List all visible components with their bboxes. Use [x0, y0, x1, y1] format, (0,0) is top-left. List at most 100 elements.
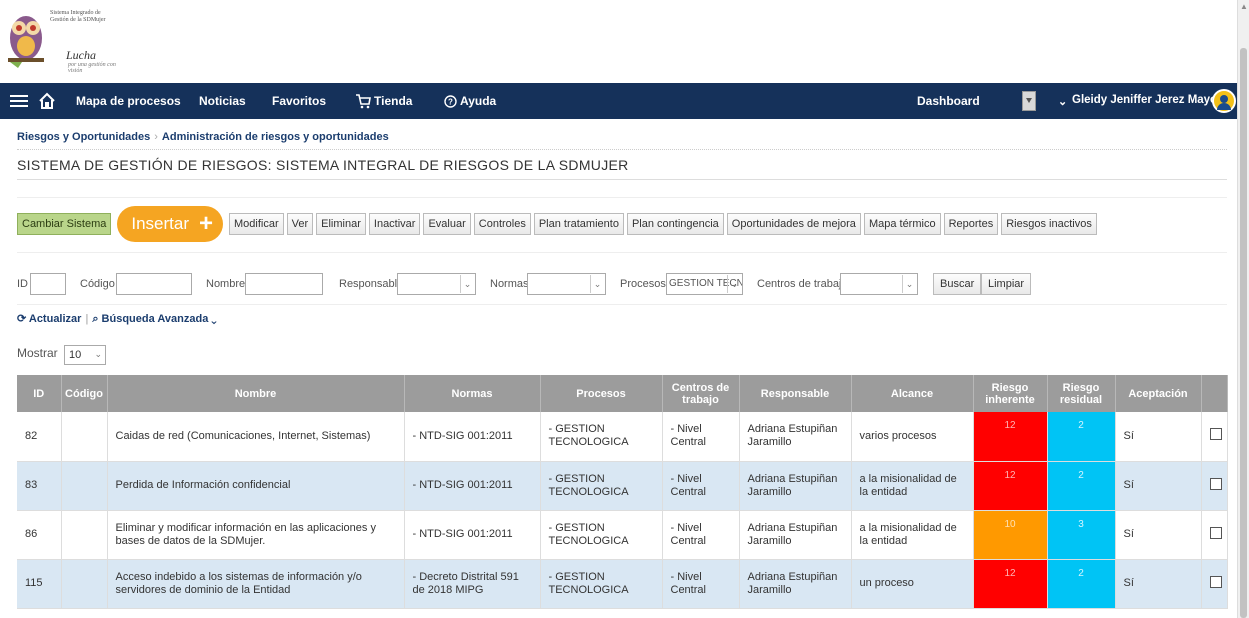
- responsible-filter-select[interactable]: ⌄: [397, 273, 476, 295]
- improvement-opportunities-button[interactable]: Oportunidades de mejora: [726, 213, 861, 235]
- modify-button[interactable]: Modificar: [229, 213, 284, 235]
- id-filter-input[interactable]: [30, 273, 66, 295]
- header-id[interactable]: ID: [17, 375, 62, 412]
- cell-inherent-risk: 12: [973, 461, 1048, 511]
- cell-acceptance: Sí: [1115, 510, 1202, 560]
- cell-processes: - GESTION TECNOLOGICA: [540, 510, 663, 560]
- header-processes[interactable]: Procesos: [540, 375, 663, 412]
- separator: |: [85, 313, 89, 325]
- cart-icon[interactable]: [355, 83, 371, 119]
- refresh-icon[interactable]: ⟳: [17, 313, 26, 325]
- deactivate-button[interactable]: Inactivar: [368, 213, 421, 235]
- cell-work-centers: - Nivel Central: [662, 461, 740, 511]
- cell-responsible: Adriana Estupiñan Jaramillo: [739, 461, 852, 511]
- header-scope[interactable]: Alcance: [851, 375, 974, 412]
- header-acceptance[interactable]: Aceptación: [1115, 375, 1202, 412]
- chevron-down-icon: ⌄: [902, 275, 916, 293]
- cell-code: [61, 412, 108, 462]
- divider: [17, 304, 1227, 305]
- cell-residual-risk: 2: [1047, 412, 1116, 462]
- user-avatar[interactable]: [1212, 89, 1236, 113]
- delete-button[interactable]: Eliminar: [316, 213, 366, 235]
- breadcrumb-item[interactable]: Riesgos y Oportunidades: [17, 131, 150, 143]
- evaluate-button[interactable]: Evaluar: [423, 213, 471, 235]
- insert-button[interactable]: Insertar +: [117, 206, 224, 242]
- row-checkbox[interactable]: [1209, 477, 1222, 490]
- cell-norms: - NTD-SIG 001:2011: [404, 461, 541, 511]
- code-filter-label: Código: [80, 278, 115, 290]
- cell-name: Acceso indebido a los sistemas de inform…: [107, 559, 405, 609]
- treatment-plan-button[interactable]: Plan tratamiento: [533, 213, 624, 235]
- scrollbar-thumb[interactable]: [1240, 48, 1247, 618]
- app-logo[interactable]: Sistema Integrado de Gestión de la SDMuj…: [6, 6, 126, 80]
- search-icon[interactable]: ⌕: [92, 313, 98, 325]
- view-button[interactable]: Ver: [286, 213, 314, 235]
- home-icon[interactable]: [38, 83, 56, 119]
- cell-norms: - NTD-SIG 001:2011: [404, 412, 541, 462]
- cell-responsible: Adriana Estupiñan Jaramillo: [739, 559, 852, 609]
- breadcrumb-item[interactable]: Administración de riesgos y oportunidade…: [162, 131, 389, 143]
- change-system-button[interactable]: Cambiar Sistema: [17, 213, 112, 235]
- page-size-select[interactable]: 10 ⌄: [64, 345, 106, 365]
- nav-tienda[interactable]: Tienda: [374, 94, 412, 108]
- nav-favoritos[interactable]: Favoritos: [272, 94, 326, 108]
- cell-code: [61, 559, 108, 609]
- header-inherent-risk[interactable]: Riesgo inherente: [973, 375, 1048, 412]
- contingency-plan-button[interactable]: Plan contingencia: [626, 213, 724, 235]
- plus-icon: +: [199, 210, 214, 237]
- dashboard-dropdown[interactable]: [1022, 91, 1036, 111]
- header-name[interactable]: Nombre: [107, 375, 405, 412]
- cell-name: Caidas de red (Comunicaciones, Internet,…: [107, 412, 405, 462]
- work-centers-filter-select[interactable]: ⌄: [840, 273, 918, 295]
- cell-norms: - NTD-SIG 001:2011: [404, 510, 541, 560]
- page-scrollbar[interactable]: ▲: [1237, 0, 1249, 618]
- header-code[interactable]: Código: [61, 375, 108, 412]
- nav-dashboard[interactable]: Dashboard: [917, 94, 980, 108]
- owl-logo-icon: [8, 16, 44, 68]
- help-icon[interactable]: ?: [444, 83, 457, 119]
- header-norms[interactable]: Normas: [404, 375, 541, 412]
- cell-processes: - GESTION TECNOLOGICA: [540, 559, 663, 609]
- hamburger-menu-icon[interactable]: [10, 83, 28, 119]
- row-checkbox[interactable]: [1209, 575, 1222, 588]
- nav-ayuda[interactable]: Ayuda: [460, 94, 496, 108]
- search-button[interactable]: Buscar: [933, 273, 982, 295]
- row-checkbox[interactable]: [1209, 428, 1222, 441]
- chevron-down-icon[interactable]: ⌄: [211, 313, 216, 325]
- table-row[interactable]: 82 Caidas de red (Comunicaciones, Intern…: [17, 412, 1228, 462]
- header-work-centers[interactable]: Centros de trabajo: [662, 375, 740, 412]
- name-filter-input[interactable]: [245, 273, 323, 295]
- nav-noticias[interactable]: Noticias: [199, 94, 246, 108]
- table-row[interactable]: 115 Acceso indebido a los sistemas de in…: [17, 559, 1228, 609]
- advanced-search-link[interactable]: Búsqueda Avanzada: [102, 313, 209, 325]
- header-select: [1201, 375, 1228, 412]
- main-navbar: Mapa de procesos Noticias Favoritos Tien…: [0, 83, 1237, 119]
- header-residual-risk[interactable]: Riesgo residual: [1047, 375, 1116, 412]
- nav-mapa-procesos[interactable]: Mapa de procesos: [76, 94, 181, 108]
- cell-inherent-risk: 12: [973, 412, 1048, 462]
- norms-filter-select[interactable]: ⌄: [527, 273, 606, 295]
- cell-inherent-risk: 12: [973, 559, 1048, 609]
- processes-filter-select[interactable]: GESTION TECN ⌄: [666, 273, 743, 295]
- system-name-text: Sistema Integrado de Gestión de la SDMuj…: [50, 10, 106, 23]
- code-filter-input[interactable]: [116, 273, 192, 295]
- table-row[interactable]: 86 Eliminar y modificar información en l…: [17, 510, 1228, 560]
- cell-work-centers: - Nivel Central: [662, 510, 740, 560]
- inactive-risks-button[interactable]: Riesgos inactivos: [1001, 213, 1097, 235]
- user-chevron-icon[interactable]: ⌄: [1058, 95, 1067, 108]
- header-responsible[interactable]: Responsable: [739, 375, 852, 412]
- row-checkbox[interactable]: [1209, 526, 1222, 539]
- breadcrumb: Riesgos y Oportunidades › Administración d…: [17, 131, 389, 143]
- page-size-label: Mostrar: [17, 346, 58, 360]
- table-row[interactable]: 83 Perdida de Información confidencial -…: [17, 461, 1228, 511]
- page-title: SISTEMA DE GESTIÓN DE RIESGOS: SISTEMA I…: [17, 157, 629, 173]
- controls-button[interactable]: Controles: [473, 213, 531, 235]
- cell-select: [1201, 559, 1228, 609]
- clear-button[interactable]: Limpiar: [981, 273, 1032, 295]
- heat-map-button[interactable]: Mapa térmico: [863, 213, 941, 235]
- scroll-up-icon[interactable]: ▲: [1240, 2, 1248, 11]
- user-name[interactable]: Gleidy Jeniffer Jerez Mayorga: [1072, 94, 1235, 106]
- refresh-link[interactable]: Actualizar: [29, 313, 82, 325]
- norms-filter-label: Normas: [490, 278, 529, 290]
- reports-button[interactable]: Reportes: [943, 213, 999, 235]
